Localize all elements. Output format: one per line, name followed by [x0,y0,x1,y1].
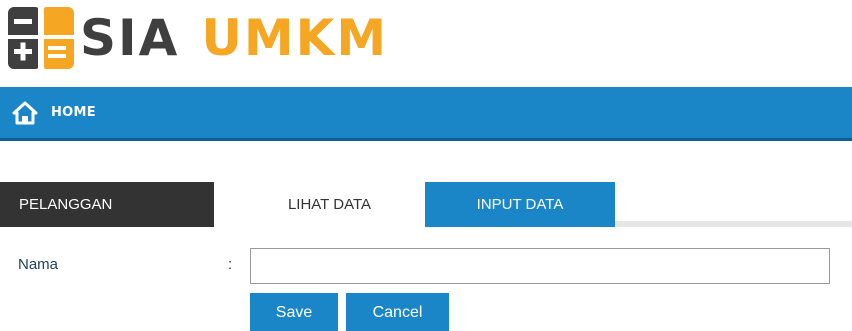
nama-input[interactable] [250,248,830,284]
calculator-icon [8,7,74,69]
nama-label: Nama [18,256,59,273]
app-logo: SIA UMKM [8,6,388,70]
top-nav-bar: HOME [0,87,852,141]
section-title: PELANGGAN [0,182,214,227]
nama-colon: : [228,256,233,273]
logo-text-umkm: UMKM [201,9,389,67]
home-label: HOME [51,105,96,120]
tab-bar: LIHAT DATA INPUT DATA [234,182,852,227]
save-button[interactable]: Save [250,293,338,331]
cancel-button[interactable]: Cancel [346,293,449,331]
tab-lihat-data[interactable]: LIHAT DATA [234,182,425,227]
tab-input-data[interactable]: INPUT DATA [425,182,615,227]
home-icon [12,101,38,124]
logo-text-sia: SIA [80,9,180,67]
home-nav-link[interactable]: HOME [12,101,96,125]
